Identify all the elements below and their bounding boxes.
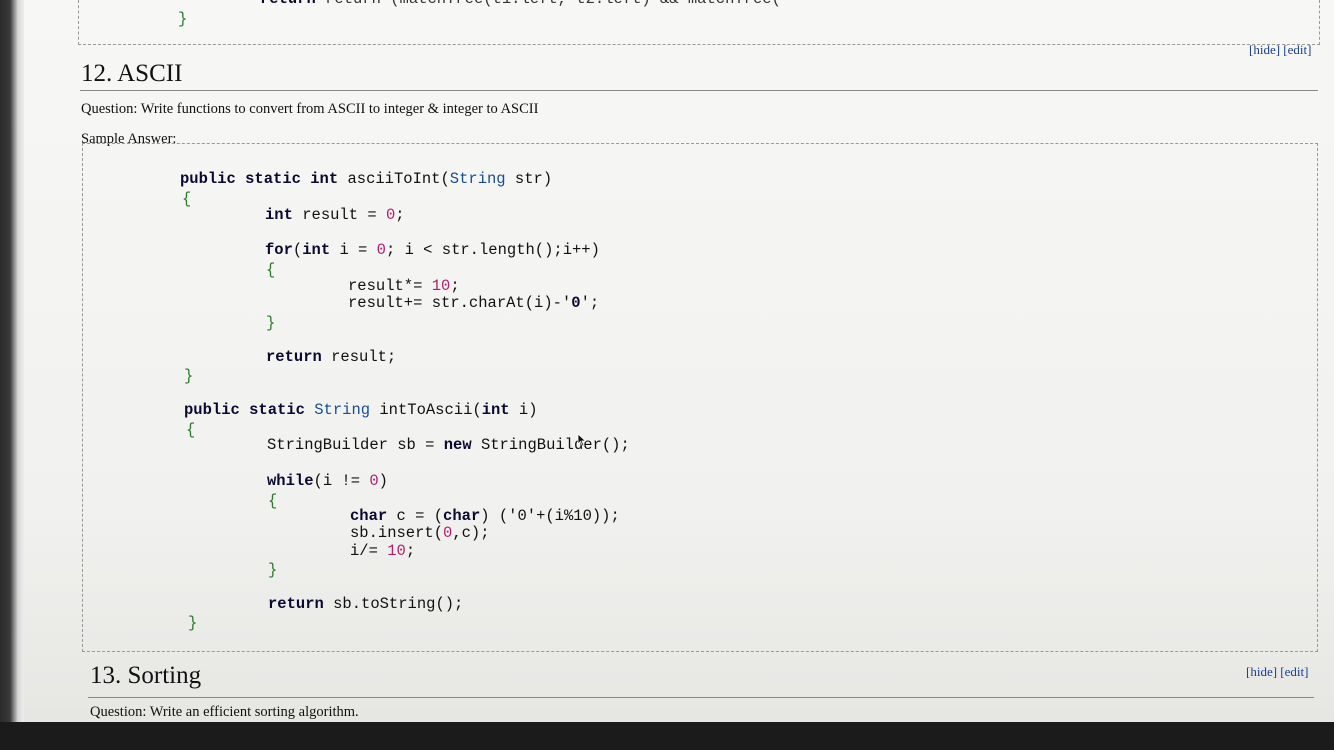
code-closing-brace-previous: }: [178, 10, 188, 28]
hide-link[interactable]: [hide]: [1249, 42, 1280, 57]
code-line-partial: return return (matchTree(t1.left, t2.lef…: [260, 0, 781, 8]
code-line: i/= 10;: [350, 542, 416, 560]
code-line: public static int asciiToInt(String str): [180, 170, 553, 188]
code-line: result+= str.charAt(i)-'0';: [348, 294, 600, 312]
code-line: result*= 10;: [348, 277, 460, 295]
section-heading-ascii: 12. ASCII: [81, 60, 183, 87]
code-line: }: [188, 614, 198, 632]
section12-edit-links: [hide] [edit]: [1249, 42, 1311, 58]
code-line: }: [266, 314, 276, 332]
heading-rule: [88, 697, 1314, 698]
code-line: while(i != 0): [267, 472, 388, 490]
heading-rule: [80, 90, 1318, 91]
code-line: public static String intToAscii(int i): [184, 401, 538, 419]
question-text: Question: Write an efficient sorting alg…: [90, 704, 359, 720]
code-line: return sb.toString();: [268, 595, 464, 613]
code-return-keyword: return: [260, 0, 316, 8]
code-line: {: [266, 261, 276, 279]
code-line: StringBuilder sb = new StringBuilder();: [267, 436, 630, 454]
mouse-cursor-icon: [577, 433, 587, 447]
code-line: }: [268, 561, 278, 579]
code-line: }: [184, 367, 194, 385]
code-line: int result = 0;: [265, 206, 405, 224]
screen-bezel: [0, 722, 1334, 750]
code-line: sb.insert(0,c);: [350, 524, 490, 542]
edit-link[interactable]: [edit]: [1283, 42, 1311, 57]
code-partial-text: return (matchTree(t1.left, t2.left) && m…: [325, 0, 781, 8]
code-line: {: [182, 190, 192, 208]
code-line: for(int i = 0; i < str.length();i++): [265, 241, 600, 259]
code-line: char c = (char) ('0'+(i%10));: [350, 507, 620, 525]
section-heading-sorting: 13. Sorting: [90, 662, 202, 689]
edit-link[interactable]: [edit]: [1280, 664, 1308, 679]
code-line: return result;: [266, 348, 397, 366]
section13-edit-links: [hide] [edit]: [1246, 664, 1308, 680]
code-line: {: [186, 421, 196, 439]
hide-link[interactable]: [hide]: [1246, 664, 1277, 679]
code-line: {: [268, 492, 278, 510]
question-text: Question: Write functions to convert fro…: [81, 101, 539, 117]
